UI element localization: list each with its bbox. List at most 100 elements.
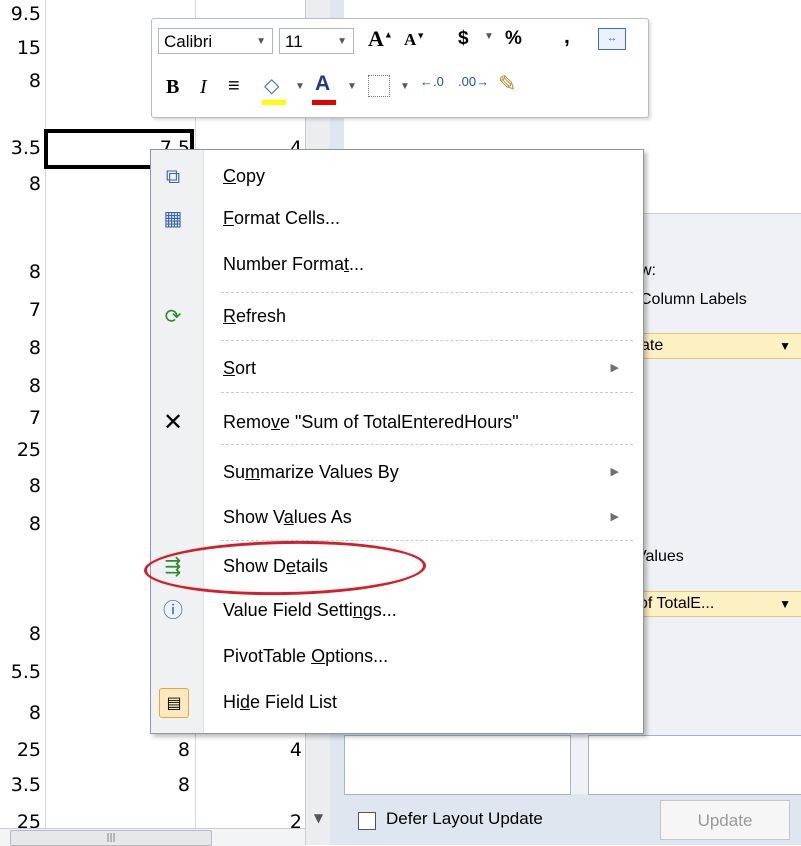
submenu-arrow-icon: ▶: [610, 510, 619, 523]
menu-item-label: Show Values As: [223, 507, 352, 527]
menu-item-label: Copy: [223, 166, 266, 186]
value-field-settings-icon: ⓘ: [163, 598, 183, 622]
cell-a13[interactable]: 8: [0, 474, 41, 498]
menu-item-value-field-settings[interactable]: ⓘ Value Field Settings...: [153, 590, 641, 630]
rows-area-box[interactable]: [344, 735, 571, 795]
cell-a5[interactable]: 8: [0, 172, 41, 196]
menu-separator: [221, 392, 633, 393]
dropdown-arrow-icon[interactable]: ▼: [779, 592, 791, 616]
currency-button[interactable]: $: [458, 28, 469, 50]
menu-item-number-format[interactable]: Number Format...: [153, 244, 641, 284]
shrink-font-button[interactable]: A▼: [404, 30, 425, 50]
update-button[interactable]: Update: [660, 800, 790, 840]
horizontal-scroll-thumb[interactable]: |||: [10, 830, 212, 846]
menu-item-format-cells[interactable]: ▦ Format Cells...: [153, 198, 641, 238]
font-name-box[interactable]: Calibri ▼: [158, 28, 273, 54]
chevron-down-icon[interactable]: ▼: [484, 31, 494, 42]
cell-a20[interactable]: 3.5: [0, 773, 41, 797]
font-size-value: 11: [285, 32, 303, 51]
decrease-decimal-icon[interactable]: .00→: [458, 74, 489, 89]
chevron-down-icon[interactable]: ▼: [256, 29, 266, 55]
submenu-arrow-icon: ▶: [610, 361, 619, 374]
menu-separator: [221, 340, 633, 341]
column-field-label: ate: [641, 337, 664, 354]
remove-icon: ✕: [162, 408, 184, 436]
menu-item-label: PivotTable Options...: [223, 646, 389, 666]
chevron-down-icon[interactable]: ▼: [295, 81, 305, 92]
menu-item-hide-field-list[interactable]: ▤ Hide Field List: [153, 682, 641, 722]
merge-center-icon[interactable]: ↔: [598, 28, 626, 50]
menu-item-label: Number Format...: [223, 254, 365, 274]
menu-item-remove-field[interactable]: ✕ Remove "Sum of TotalEnteredHours": [153, 402, 641, 442]
menu-item-label: Refresh: [223, 306, 287, 326]
cell-a2[interactable]: 15: [0, 36, 41, 60]
cell-a14[interactable]: 8: [0, 512, 41, 536]
cell-a7[interactable]: 8: [0, 260, 41, 284]
comma-button[interactable]: ,: [564, 25, 570, 49]
cell-b19[interactable]: 8: [120, 738, 190, 762]
menu-item-pivottable-options[interactable]: PivotTable Options...: [153, 636, 641, 676]
menu-item-label: Summarize Values By: [223, 462, 399, 482]
menu-item-label: Format Cells...: [223, 208, 341, 228]
menu-item-label: Remove "Sum of TotalEnteredHours": [223, 412, 519, 432]
column-gridline: [45, 0, 46, 845]
column-labels-title: Column Labels: [640, 291, 747, 308]
percent-button[interactable]: %: [505, 28, 522, 50]
center-align-icon[interactable]: ≡: [228, 75, 240, 98]
column-field-pill[interactable]: ate ▼: [640, 333, 801, 359]
cell-a3[interactable]: 8: [0, 69, 41, 93]
fill-color-swatch: [262, 100, 286, 105]
copy-icon: ⧉: [165, 164, 181, 188]
menu-separator: [221, 444, 633, 445]
borders-icon[interactable]: [368, 75, 390, 97]
cell-a11[interactable]: 7: [0, 406, 41, 430]
refresh-icon: ⟳: [164, 304, 182, 328]
cell-c19[interactable]: 4: [270, 738, 302, 762]
dropdown-arrow-icon[interactable]: ▼: [779, 334, 791, 358]
menu-item-copy[interactable]: ⧉ Copy: [153, 156, 641, 196]
context-menu: ⧉ Copy ▦ Format Cells... Number Format..…: [150, 149, 644, 734]
scroll-down-arrow-icon[interactable]: ▼: [306, 803, 331, 833]
cell-a18[interactable]: 8: [0, 701, 41, 725]
cell-a12[interactable]: 25: [0, 438, 41, 462]
menu-item-refresh[interactable]: ⟳ Refresh: [153, 296, 641, 336]
chevron-down-icon[interactable]: ▼: [337, 29, 347, 55]
cell-a8[interactable]: 7: [0, 298, 41, 322]
cell-a10[interactable]: 8: [0, 374, 41, 398]
menu-item-show-values-as[interactable]: Show Values As ▶: [153, 497, 641, 537]
format-painter-icon[interactable]: ✎: [498, 71, 516, 97]
cell-b20[interactable]: 8: [120, 773, 190, 797]
menu-item-summarize-values-by[interactable]: Summarize Values By ▶: [153, 452, 641, 492]
cell-a16[interactable]: 8: [0, 622, 41, 646]
mini-toolbar: Calibri ▼ 11 ▼ A▲ A▼ $ ▼ % , ↔ B I ≡ ◇ ▼…: [151, 18, 649, 118]
cell-a4[interactable]: 3.5: [0, 136, 41, 160]
menu-separator: [221, 292, 633, 293]
values-field-label: of TotalE...: [639, 595, 715, 612]
font-name-value: Calibri: [164, 32, 213, 51]
grow-font-button[interactable]: A▲: [368, 26, 393, 52]
italic-button[interactable]: I: [200, 76, 207, 99]
defer-layout-checkbox[interactable]: [358, 812, 376, 830]
submenu-arrow-icon: ▶: [610, 465, 619, 478]
cell-a1[interactable]: 9.5: [0, 2, 41, 26]
increase-decimal-icon[interactable]: ←.0: [420, 74, 444, 89]
fill-color-icon[interactable]: ◇: [264, 73, 279, 98]
chevron-down-icon[interactable]: ▼: [347, 81, 357, 92]
menu-item-label: Value Field Settings...: [223, 600, 397, 620]
values-field-pill[interactable]: of TotalE... ▼: [634, 591, 801, 617]
menu-item-label: Hide Field List: [223, 692, 338, 712]
bold-button[interactable]: B: [166, 76, 179, 99]
chevron-down-icon[interactable]: ▼: [400, 81, 410, 92]
values-area-box[interactable]: [588, 735, 801, 795]
menu-item-sort[interactable]: Sort ▶: [153, 348, 641, 388]
cell-a19[interactable]: 25: [0, 738, 41, 762]
font-color-swatch: [312, 100, 336, 105]
font-color-button[interactable]: A: [315, 72, 330, 96]
field-list-icon: ▤: [159, 688, 189, 718]
font-size-box[interactable]: 11 ▼: [279, 28, 354, 54]
cell-a17[interactable]: 5.5: [0, 660, 41, 684]
menu-item-label: Sort: [223, 358, 257, 378]
cell-a9[interactable]: 8: [0, 336, 41, 360]
format-cells-icon: ▦: [163, 206, 183, 230]
defer-layout-label: Defer Layout Update: [386, 809, 543, 828]
